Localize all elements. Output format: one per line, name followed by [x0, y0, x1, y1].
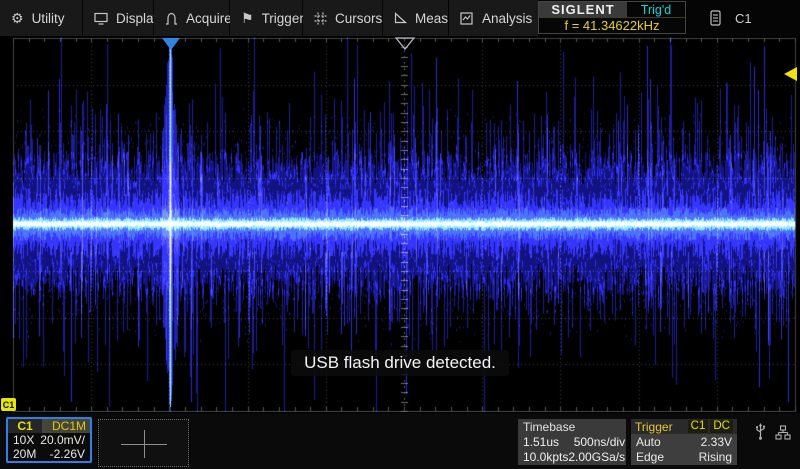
channel1-descriptor-box[interactable]: C1 DC1M 10X 20.0mV/ 20M -2.26V — [6, 417, 92, 463]
menu-utility-label: Utility — [32, 11, 65, 26]
menu-trigger[interactable]: ⚑ Trigger — [230, 0, 302, 36]
trigger-flag-icon: ⚑ — [241, 11, 254, 25]
brand-logo: SIGLENT — [539, 2, 627, 17]
usb-icon — [754, 423, 767, 441]
oscilloscope-screen: { "menu": { "items": [ {"icon": "gear-ic… — [0, 0, 800, 469]
usb-notification-toast: USB flash drive detected. — [291, 350, 509, 376]
trigger-slope: Rising — [699, 450, 732, 464]
timebase-points: 10.0kpts — [523, 450, 568, 464]
channel1-name: C1 — [8, 419, 42, 433]
menu-meas[interactable]: Meas — [383, 0, 448, 36]
add-channel-slot[interactable] — [98, 419, 189, 467]
trigger-position-marker[interactable] — [162, 38, 180, 50]
menu-analysis[interactable]: Analysis — [449, 0, 538, 36]
trigger-source: C1 — [688, 420, 709, 433]
menu-cursors-label: Cursors — [335, 11, 382, 26]
timebase-scale: 500ns/div — [574, 435, 625, 449]
trigger-level-marker[interactable] — [784, 67, 797, 81]
channel1-probe: 10X — [13, 433, 34, 447]
trigger-type: Edge — [636, 450, 664, 464]
frequency-readout: f = 41.34622kHz — [539, 18, 685, 33]
timebase-descriptor-box[interactable]: Timebase 1.51us 500ns/div 10.0kpts 2.00G… — [518, 419, 626, 465]
timebase-samplerate: 2.00GSa/s — [568, 450, 625, 464]
timebase-delay: 1.51us — [523, 435, 559, 449]
measure-icon — [394, 12, 407, 24]
menu-acquire-label: Acquire — [186, 11, 232, 26]
active-channel-indicator[interactable]: C1 — [735, 11, 752, 26]
gear-icon: ⚙ — [11, 11, 24, 25]
menu-cursors[interactable]: Cursors — [303, 0, 382, 36]
timebase-title: Timebase — [523, 420, 575, 434]
cursors-icon — [314, 12, 327, 25]
trigger-status: Trig'd — [627, 2, 685, 17]
menu-trigger-label: Trigger — [262, 11, 304, 26]
trigger-title: Trigger — [635, 420, 686, 434]
channel1-scale: 20.0mV/ — [40, 433, 85, 447]
menu-analysis-label: Analysis — [482, 11, 532, 26]
menu-utility[interactable]: ⚙ Utility — [0, 0, 82, 36]
acquire-icon — [165, 12, 178, 25]
lan-icon — [775, 425, 791, 440]
menu-acquire[interactable]: Acquire — [154, 0, 229, 36]
menu-display[interactable]: Display — [83, 0, 153, 36]
top-menu-bar: ⚙ Utility Display Acquire ⚑ Trigger Curs… — [0, 0, 800, 36]
horizontal-reference-marker[interactable] — [395, 37, 415, 50]
waveform-display[interactable]: C1 USB flash drive detected. — [0, 37, 800, 412]
channel1-coupling: DC1M — [42, 419, 90, 433]
channel-list-icon[interactable] — [710, 10, 721, 26]
channel1-bandwidth: 20M — [13, 447, 36, 461]
trigger-coupling: DC — [710, 420, 733, 433]
bottom-status-bar: C1 DC1M 10X 20.0mV/ 20M -2.26V Timebase … — [0, 413, 800, 469]
channel1-offset: -2.26V — [50, 447, 85, 461]
display-icon — [94, 12, 108, 25]
trigger-level: 2.33V — [701, 435, 732, 449]
analysis-icon — [460, 12, 474, 25]
channel-offset-marker[interactable]: C1 — [1, 398, 16, 411]
menu-meas-label: Meas — [415, 11, 448, 26]
status-widget: SIGLENT Trig'd f = 41.34622kHz — [538, 1, 686, 34]
trigger-descriptor-box[interactable]: Trigger C1 DC Auto 2.33V Edge Rising — [631, 419, 737, 465]
trigger-mode: Auto — [636, 435, 661, 449]
